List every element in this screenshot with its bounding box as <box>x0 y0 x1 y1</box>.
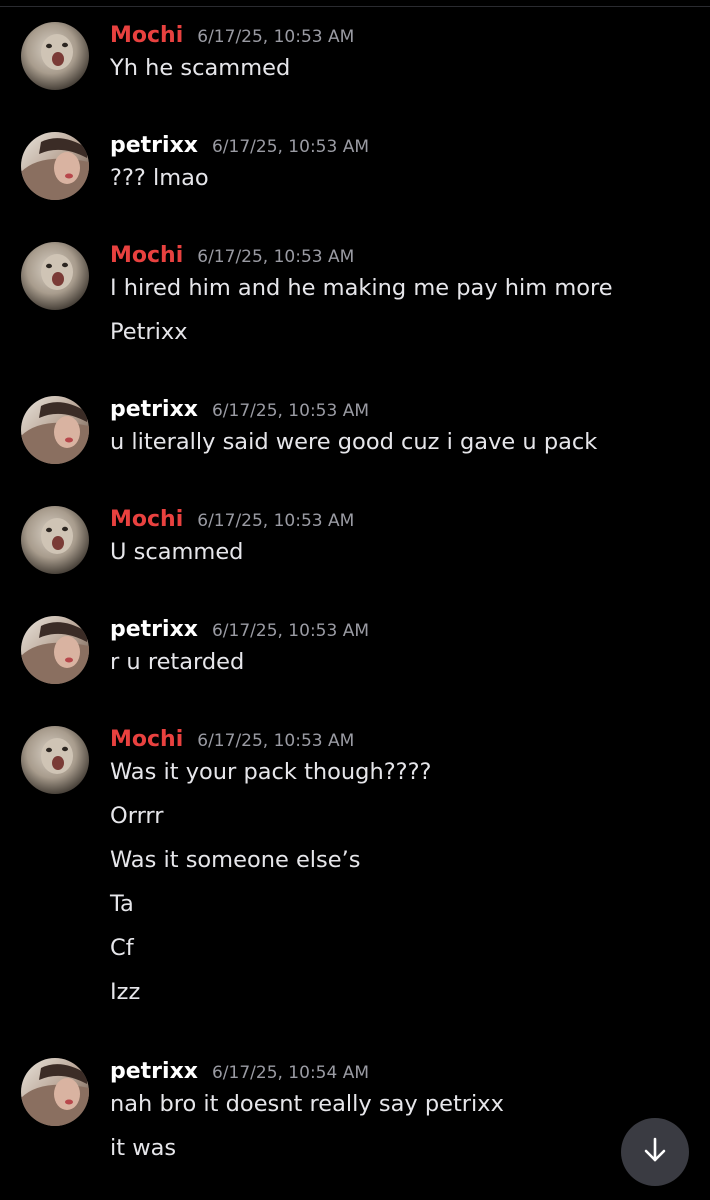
timestamp: 6/17/25, 10:53 AM <box>211 137 370 157</box>
message-text: r u retarded <box>110 649 245 675</box>
message-content: Yh he scammed <box>110 46 290 90</box>
message-text: Yh he scammed <box>110 55 291 81</box>
avatar-petrixx[interactable] <box>21 132 89 200</box>
avatar-petrixx[interactable] <box>21 396 89 464</box>
message-content: U scammed <box>110 530 243 574</box>
avatar-mochi[interactable] <box>21 506 89 574</box>
avatar-mochi[interactable] <box>21 242 89 310</box>
message-text: I hired him and he making me pay him mor… <box>110 275 613 301</box>
message-text: it was <box>110 1135 177 1161</box>
message-content: ??? lmao <box>110 156 209 200</box>
avatar-mochi[interactable] <box>21 726 89 794</box>
avatar-petrixx[interactable] <box>21 1058 89 1126</box>
message-text: u literally said were good cuz i gave u … <box>110 429 598 455</box>
message-content: nah bro it doesnt really say petrixx it … <box>110 1082 504 1170</box>
arrow-down-icon <box>640 1135 670 1169</box>
message-text: U scammed <box>110 539 244 565</box>
top-divider <box>0 6 710 7</box>
message-content: r u retarded <box>110 640 244 684</box>
message-text: Was it your pack though???? <box>110 759 432 785</box>
avatar-mochi[interactable] <box>21 22 89 90</box>
message-text: Petrixx <box>110 319 188 345</box>
avatar-petrixx[interactable] <box>21 616 89 684</box>
message-text: Izz <box>110 979 141 1005</box>
message-content: Was it your pack though???? Orrrr Was it… <box>110 750 431 1014</box>
message-text: Ta <box>110 891 134 917</box>
message-text: Cf <box>110 935 134 961</box>
message-text: ??? lmao <box>110 165 209 191</box>
message-text: nah bro it doesnt really say petrixx <box>110 1091 504 1117</box>
message-content: u literally said were good cuz i gave u … <box>110 420 597 464</box>
scroll-to-bottom-button[interactable] <box>621 1118 689 1186</box>
message-text: Orrrr <box>110 803 164 829</box>
message-content: I hired him and he making me pay him mor… <box>110 266 613 354</box>
message-text: Was it someone else’s <box>110 847 361 873</box>
